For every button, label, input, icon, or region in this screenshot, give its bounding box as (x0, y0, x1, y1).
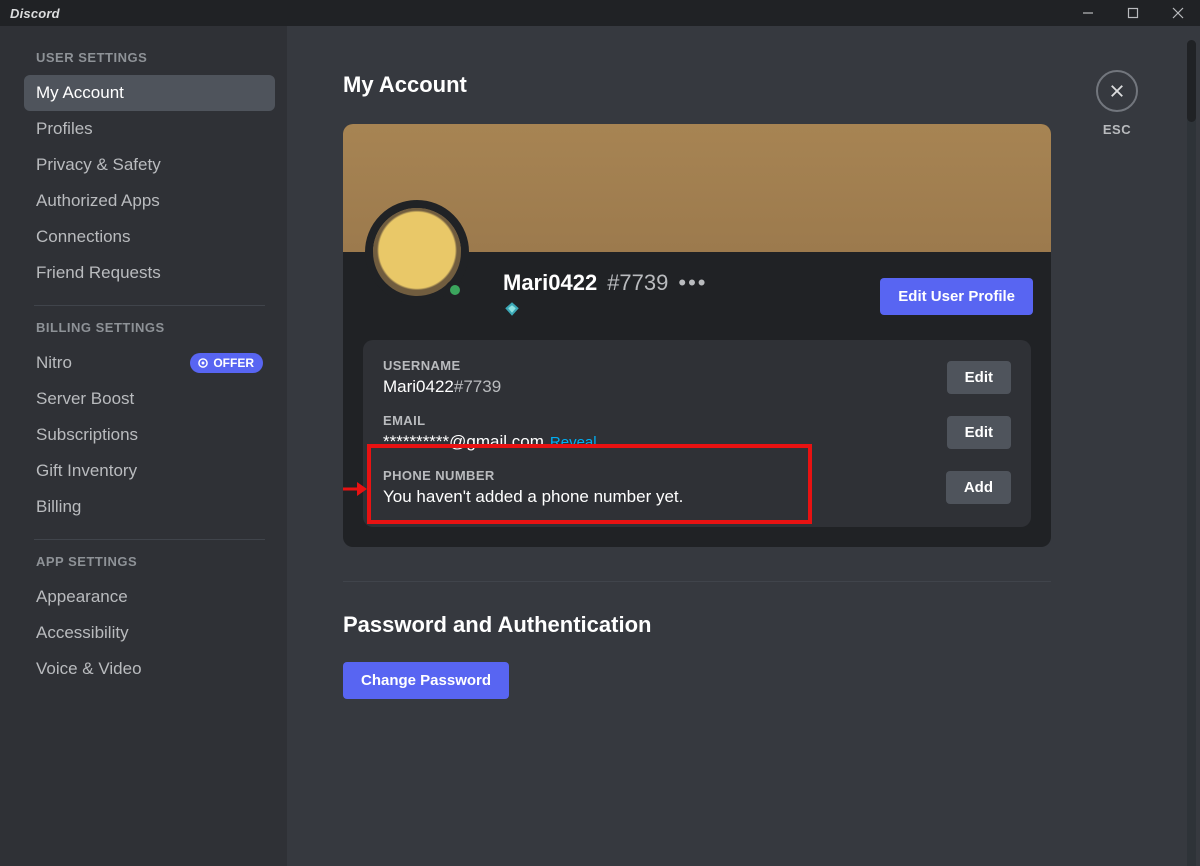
sidebar-item-nitro[interactable]: Nitro OFFER (24, 345, 275, 381)
edit-user-profile-button[interactable]: Edit User Profile (880, 278, 1033, 315)
sidebar-item-subscriptions[interactable]: Subscriptions (24, 417, 275, 453)
sidebar-item-label: Privacy & Safety (36, 155, 161, 175)
field-label: USERNAME (383, 358, 501, 373)
reveal-email-button[interactable]: Reveal (550, 434, 597, 451)
sidebar-item-authorized-apps[interactable]: Authorized Apps (24, 183, 275, 219)
change-password-button[interactable]: Change Password (343, 662, 509, 699)
sidebar-item-label: Accessibility (36, 623, 129, 643)
sidebar-item-label: My Account (36, 83, 124, 103)
settings-content: ESC My Account Mari0422#7739 •• (287, 26, 1200, 866)
status-online-icon (445, 280, 465, 300)
profile-more-button[interactable]: ••• (678, 270, 707, 296)
sidebar-item-connections[interactable]: Connections (24, 219, 275, 255)
sidebar-item-label: Appearance (36, 587, 128, 607)
sidebar-section-app-settings: APP SETTINGS (36, 554, 275, 569)
settings-sidebar: USER SETTINGS My Account Profiles Privac… (0, 26, 287, 866)
scrollbar-thumb[interactable] (1187, 40, 1196, 122)
scrollbar[interactable] (1187, 40, 1196, 866)
sidebar-item-label: Profiles (36, 119, 93, 139)
window-close-button[interactable] (1155, 0, 1200, 26)
hypesquad-badge-icon (503, 300, 707, 323)
sidebar-item-voice-video[interactable]: Voice & Video (24, 651, 275, 687)
close-icon (1108, 82, 1126, 100)
field-username: USERNAME Mari0422#7739 Edit (383, 344, 1011, 399)
offer-badge-text: OFFER (213, 356, 254, 370)
sidebar-divider (34, 539, 265, 540)
field-phone-number: PHONE NUMBER You haven't added a phone n… (383, 454, 1011, 509)
sidebar-item-appearance[interactable]: Appearance (24, 579, 275, 615)
sidebar-item-profiles[interactable]: Profiles (24, 111, 275, 147)
sidebar-section-billing-settings: BILLING SETTINGS (36, 320, 275, 335)
sidebar-item-label: Billing (36, 497, 81, 517)
sidebar-item-server-boost[interactable]: Server Boost (24, 381, 275, 417)
sidebar-item-label: Authorized Apps (36, 191, 160, 211)
sidebar-item-label: Friend Requests (36, 263, 161, 283)
edit-email-button[interactable]: Edit (947, 416, 1011, 449)
field-value: You haven't added a phone number yet. (383, 487, 683, 507)
password-auth-title: Password and Authentication (343, 612, 1051, 638)
annotation-arrow-icon (343, 480, 367, 503)
field-value: Mari0422#7739 (383, 377, 501, 397)
sidebar-item-label: Voice & Video (36, 659, 142, 679)
nitro-icon (196, 356, 210, 370)
sidebar-section-user-settings: USER SETTINGS (36, 50, 275, 65)
edit-username-button[interactable]: Edit (947, 361, 1011, 394)
field-value: **********@gmail.comReveal (383, 432, 597, 452)
field-label: EMAIL (383, 413, 597, 428)
profile-discriminator: #7739 (607, 270, 668, 296)
sidebar-item-label: Connections (36, 227, 131, 247)
sidebar-item-my-account[interactable]: My Account (24, 75, 275, 111)
sidebar-item-privacy-safety[interactable]: Privacy & Safety (24, 147, 275, 183)
profile-username: Mari0422 (503, 270, 597, 296)
page-title: My Account (343, 72, 1051, 98)
offer-badge: OFFER (190, 353, 263, 373)
profile-card: Mari0422#7739 ••• Edit User Profile (343, 124, 1051, 547)
window-minimize-button[interactable] (1065, 0, 1110, 26)
sidebar-item-accessibility[interactable]: Accessibility (24, 615, 275, 651)
field-email: EMAIL **********@gmail.comReveal Edit (383, 399, 1011, 454)
add-phone-button[interactable]: Add (946, 471, 1011, 504)
content-divider (343, 581, 1051, 582)
sidebar-item-label: Server Boost (36, 389, 134, 409)
sidebar-divider (34, 305, 265, 306)
sidebar-item-friend-requests[interactable]: Friend Requests (24, 255, 275, 291)
sidebar-item-label: Gift Inventory (36, 461, 137, 481)
window-maximize-button[interactable] (1110, 0, 1155, 26)
window-titlebar: Discord (0, 0, 1200, 26)
sidebar-item-billing[interactable]: Billing (24, 489, 275, 525)
sidebar-item-label: Nitro (36, 353, 72, 373)
field-label: PHONE NUMBER (383, 468, 683, 483)
app-name: Discord (10, 6, 60, 21)
sidebar-item-gift-inventory[interactable]: Gift Inventory (24, 453, 275, 489)
account-fields: USERNAME Mari0422#7739 Edit EMAIL (363, 340, 1031, 527)
sidebar-item-label: Subscriptions (36, 425, 138, 445)
